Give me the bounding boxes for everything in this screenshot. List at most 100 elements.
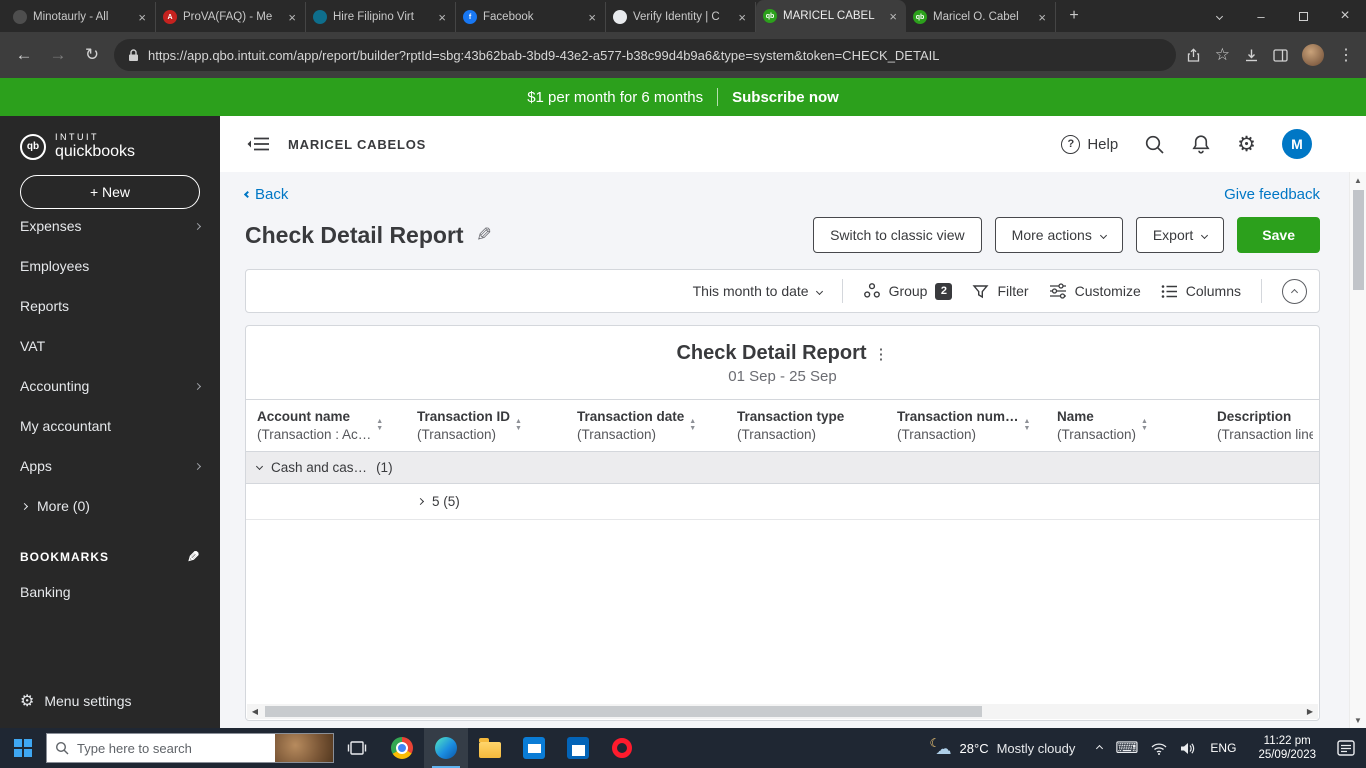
new-tab-button[interactable]: + xyxy=(1060,2,1088,30)
tab-maricel-o-cabelos[interactable]: qb Maricel O. Cabel × xyxy=(906,2,1056,32)
tab-close-icon[interactable]: × xyxy=(286,10,298,25)
help-button[interactable]: ? Help xyxy=(1061,134,1118,154)
taskbar-chrome-icon[interactable] xyxy=(380,728,424,768)
sidebar-item-expenses[interactable]: Expenses xyxy=(0,206,220,246)
tab-hire-filipino[interactable]: Hire Filipino Virt × xyxy=(306,2,456,32)
weather-widget[interactable]: ☾ ☁ 28°C Mostly cloudy xyxy=(918,728,1088,768)
taskbar-clock[interactable]: 11:22 pm 25/09/2023 xyxy=(1248,734,1326,762)
edit-title-pencil-icon[interactable]: ✎ xyxy=(476,224,492,247)
new-button[interactable]: + New xyxy=(20,175,200,209)
chevron-down-icon[interactable] xyxy=(255,462,264,471)
taskbar-calendar-icon[interactable] xyxy=(556,728,600,768)
sidebar-item-banking[interactable]: Banking xyxy=(0,572,220,612)
report-title-menu-icon[interactable]: ⋮ xyxy=(874,346,889,363)
favorite-star-icon[interactable]: ☆ xyxy=(1215,45,1230,65)
tab-prova[interactable]: A ProVA(FAQ) - Me × xyxy=(156,2,306,32)
vertical-scrollbar[interactable]: ▲ ▼ xyxy=(1349,172,1366,728)
browser-forward-button[interactable]: → xyxy=(46,45,70,65)
browser-menu-icon[interactable]: ⋮ xyxy=(1338,45,1354,65)
customize-button[interactable]: Customize xyxy=(1049,283,1141,299)
column-header-description[interactable]: Description (Transaction line xyxy=(1206,400,1319,451)
filter-button[interactable]: Filter xyxy=(972,283,1029,300)
date-range-dropdown[interactable]: This month to date xyxy=(693,283,823,299)
group-button[interactable]: Group 2 xyxy=(863,282,953,300)
table-group-row-cash[interactable]: Cash and cas… (1) xyxy=(246,452,1319,484)
show-hidden-icons-caret[interactable] xyxy=(1096,744,1104,752)
tab-close-icon[interactable]: × xyxy=(436,10,448,25)
save-button[interactable]: Save xyxy=(1237,217,1320,253)
task-view-button[interactable] xyxy=(334,728,380,768)
tab-close-icon[interactable]: × xyxy=(736,10,748,25)
sort-arrows-icon[interactable]: ▲ ▼ xyxy=(1141,418,1148,432)
close-window-button[interactable]: × xyxy=(1324,0,1366,32)
column-header-account-name[interactable]: Account name (Transaction : Ac… ▲ ▼ xyxy=(246,400,406,451)
sidebar-item-apps[interactable]: Apps xyxy=(0,446,220,486)
column-header-transaction-num[interactable]: Transaction num… (Transaction) ▲ ▼ xyxy=(886,400,1046,451)
download-icon[interactable] xyxy=(1244,48,1259,63)
tab-maricel-cabelos-active[interactable]: qb MARICEL CABEL × xyxy=(756,0,906,32)
sidebar-item-more[interactable]: More (0) xyxy=(0,486,220,526)
taskbar-search-input[interactable] xyxy=(77,740,275,756)
columns-button[interactable]: Columns xyxy=(1161,283,1241,299)
menu-settings-button[interactable]: ⚙ Menu settings xyxy=(0,674,220,728)
tab-close-icon[interactable]: × xyxy=(1036,10,1048,25)
more-actions-button[interactable]: More actions xyxy=(994,217,1123,253)
sort-arrows-icon[interactable]: ▲ ▼ xyxy=(376,418,383,432)
taskbar-opera-icon[interactable] xyxy=(600,728,644,768)
scroll-up-icon[interactable]: ▲ xyxy=(1350,172,1366,188)
speaker-icon[interactable] xyxy=(1180,742,1195,755)
back-link[interactable]: Back xyxy=(243,186,288,203)
action-center-button[interactable] xyxy=(1326,728,1366,768)
url-bar[interactable]: https://app.qbo.intuit.com/app/report/bu… xyxy=(114,39,1176,71)
taskbar-edge-icon[interactable] xyxy=(424,728,468,768)
tab-close-icon[interactable]: × xyxy=(586,10,598,25)
tab-facebook[interactable]: f Facebook × xyxy=(456,2,606,32)
collapse-toolbar-button[interactable] xyxy=(1282,278,1307,304)
browser-back-button[interactable]: ← xyxy=(12,45,36,65)
search-highlight-image[interactable] xyxy=(275,734,333,762)
browser-profile-avatar[interactable] xyxy=(1302,44,1324,66)
notifications-bell-icon[interactable] xyxy=(1191,134,1211,155)
touch-keyboard-icon[interactable]: ⌨ xyxy=(1115,738,1138,758)
tab-verify-identity[interactable]: Verify Identity | C × xyxy=(606,2,756,32)
tab-close-icon[interactable]: × xyxy=(887,9,899,24)
column-header-transaction-id[interactable]: Transaction ID (Transaction) ▲ ▼ xyxy=(406,400,566,451)
switch-classic-view-button[interactable]: Switch to classic view xyxy=(813,217,982,253)
taskbar-file-explorer-icon[interactable] xyxy=(468,728,512,768)
user-avatar[interactable]: M xyxy=(1282,129,1312,159)
column-header-transaction-date[interactable]: Transaction date (Transaction) ▲ ▼ xyxy=(566,400,726,451)
subscribe-now-link[interactable]: Subscribe now xyxy=(732,89,839,106)
export-button[interactable]: Export xyxy=(1135,217,1225,253)
sort-arrows-icon[interactable]: ▲ ▼ xyxy=(1024,418,1031,432)
sidebar-item-accounting[interactable]: Accounting xyxy=(0,366,220,406)
sidebar-collapse-icon[interactable] xyxy=(246,136,270,152)
search-icon[interactable] xyxy=(1144,134,1165,155)
give-feedback-link[interactable]: Give feedback xyxy=(1224,186,1320,203)
sidebar-item-my-accountant[interactable]: My accountant xyxy=(0,406,220,446)
minimize-button[interactable]: – xyxy=(1240,0,1282,32)
horizontal-scrollbar[interactable]: ◀ ▶ xyxy=(247,704,1318,719)
taskbar-search-box[interactable] xyxy=(46,733,334,763)
maximize-button[interactable] xyxy=(1282,0,1324,32)
tab-search-dropdown-icon[interactable] xyxy=(1198,0,1240,32)
network-icon[interactable] xyxy=(1151,742,1167,755)
horizontal-scroll-thumb[interactable] xyxy=(265,706,982,717)
column-header-name[interactable]: Name (Transaction) ▲ ▼ xyxy=(1046,400,1206,451)
sidebar-item-employees[interactable]: Employees xyxy=(0,246,220,286)
split-screen-icon[interactable] xyxy=(1273,48,1288,62)
chevron-right-icon[interactable] xyxy=(416,497,425,506)
scroll-right-icon[interactable]: ▶ xyxy=(1302,707,1318,716)
sort-arrows-icon[interactable]: ▲ ▼ xyxy=(515,418,522,432)
sort-arrows-icon[interactable]: ▲ ▼ xyxy=(689,418,696,432)
column-header-transaction-type[interactable]: Transaction type (Transaction) xyxy=(726,400,886,451)
taskbar-mail-icon[interactable] xyxy=(512,728,556,768)
language-indicator[interactable]: ENG xyxy=(1208,741,1238,755)
scroll-left-icon[interactable]: ◀ xyxy=(247,707,263,716)
horizontal-scroll-track[interactable] xyxy=(263,704,1302,719)
start-button[interactable] xyxy=(0,728,46,768)
vertical-scroll-thumb[interactable] xyxy=(1353,190,1364,290)
sidebar-item-vat[interactable]: VAT xyxy=(0,326,220,366)
tab-minotaurly[interactable]: Minotaurly - All × xyxy=(6,2,156,32)
table-sub-row-5[interactable]: 5 (5) xyxy=(246,484,1319,520)
settings-gear-icon[interactable]: ⚙ xyxy=(1237,134,1256,155)
